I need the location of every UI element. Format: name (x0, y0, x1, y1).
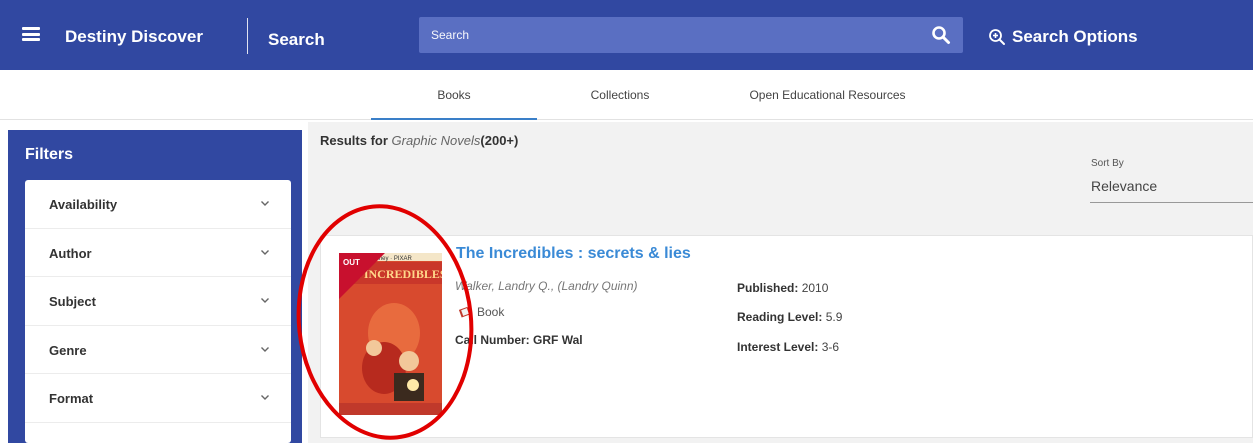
chevron-down-icon (261, 298, 269, 303)
out-flag: OUT (343, 258, 360, 267)
filter-format[interactable]: Format (25, 374, 291, 423)
search-icon[interactable] (931, 25, 951, 45)
zoom-plus-icon (989, 29, 1005, 45)
search-options-button[interactable]: Search Options (988, 27, 1138, 47)
results-label: Results for (320, 133, 388, 148)
filter-label: Genre (49, 342, 87, 358)
reading-level-label: Reading Level: (737, 310, 823, 324)
filter-genre[interactable]: Genre (25, 326, 291, 374)
published-value: 2010 (801, 281, 829, 295)
results-summary: Results for Graphic Novels(200+) (320, 133, 518, 148)
page-title: Search (268, 30, 325, 49)
results-query: Graphic Novels (391, 133, 481, 148)
results-count: (200+) (480, 133, 519, 148)
menu-icon[interactable] (22, 27, 40, 41)
search-options-label: Search Options (1012, 27, 1138, 46)
book-format-label: Book (477, 305, 505, 319)
filters-panel: Filters Availability Author Subject Genr… (8, 130, 302, 443)
tab-books[interactable]: Books (371, 70, 537, 120)
call-number: Call Number: GRF Wal (455, 333, 583, 347)
filter-label: Availability (49, 197, 118, 212)
book-format: Book (459, 305, 504, 319)
book-title-link[interactable]: The Incredibles : secrets & lies (456, 245, 691, 263)
filter-availability[interactable]: Availability (25, 180, 291, 229)
filter-label: Format (49, 391, 94, 406)
header-divider (247, 18, 248, 54)
tab-bar: Books Collections Open Educational Resou… (0, 70, 1253, 120)
chevron-down-icon (261, 395, 269, 400)
app-title[interactable]: Destiny Discover (65, 27, 203, 47)
book-cover[interactable]: Disney · PIXAR THE INCREDIBLES OUT (339, 253, 442, 415)
chevron-down-icon (261, 201, 269, 206)
call-number-value: GRF Wal (533, 333, 583, 347)
published-label: Published: (737, 281, 799, 295)
book-icon (459, 306, 471, 318)
filter-list: Availability Author Subject Genre Format (25, 180, 291, 443)
call-number-label: Call Number: (455, 333, 530, 347)
search-input[interactable] (431, 17, 911, 53)
published: Published: 2010 (737, 281, 828, 295)
filter-author[interactable]: Author (25, 229, 291, 277)
reading-level-value: 5.9 (825, 310, 843, 324)
interest-level: Interest Level: 3-6 (737, 340, 839, 354)
chevron-down-icon (261, 346, 269, 352)
chevron-down-icon (261, 249, 269, 255)
tab-open-educational-resources[interactable]: Open Educational Resources (715, 70, 940, 120)
filter-subject[interactable]: Subject (25, 277, 291, 326)
tab-collections[interactable]: Collections (560, 70, 680, 120)
sort-label: Sort By (1091, 158, 1124, 169)
search-box (419, 17, 963, 53)
book-author: Walker, Landry Q., (Landry Quinn) (455, 279, 638, 293)
reading-level: Reading Level: 5.9 (737, 310, 842, 324)
filters-title: Filters (25, 146, 74, 163)
sort-select[interactable]: Relevance (1090, 176, 1253, 203)
interest-level-label: Interest Level: (737, 340, 819, 354)
interest-level-value: 3-6 (821, 340, 840, 354)
filter-label: Subject (49, 294, 96, 309)
filter-label: Author (49, 245, 92, 261)
top-bar: Destiny Discover Search Search Options (0, 0, 1253, 70)
